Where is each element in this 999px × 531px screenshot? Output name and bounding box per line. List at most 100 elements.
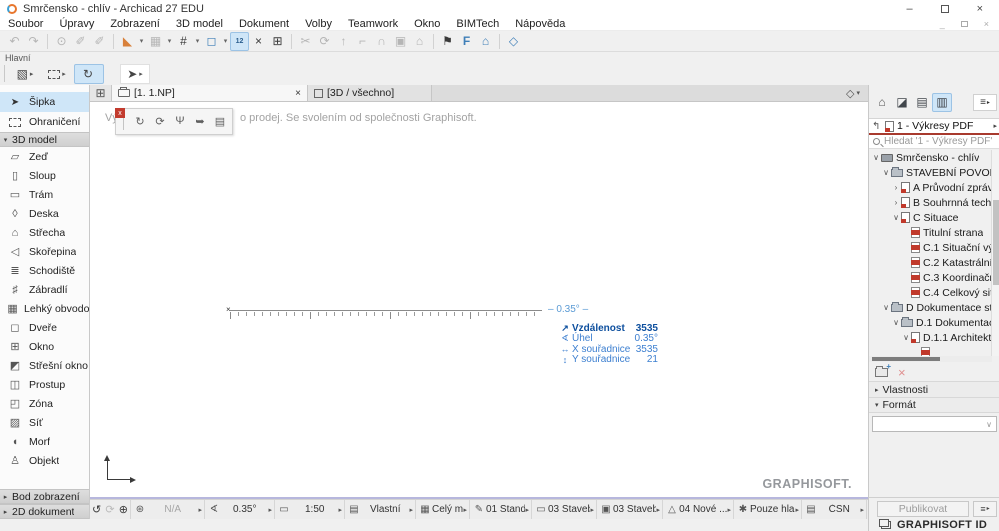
tool-marquee[interactable]: Ohraničení (0, 112, 89, 132)
refresh-all-icon[interactable]: ⟳ (150, 115, 170, 128)
document-icon[interactable]: ▤ (210, 115, 230, 128)
tree-item[interactable]: ∨ C Situace (869, 210, 992, 225)
separator[interactable] (495, 32, 504, 51)
tab-3d-all[interactable]: [3D / všechno] (308, 85, 432, 101)
undo-icon[interactable]: ↶ (5, 32, 24, 51)
menu-item[interactable]: Zobrazení (102, 18, 168, 30)
tool-shell[interactable]: ◁ Skořepina (0, 242, 89, 261)
tree-item[interactable]: Titulní strana (869, 225, 992, 240)
menu-item[interactable]: Dokument (231, 18, 297, 30)
publisher-icon[interactable]: ▥ (932, 92, 952, 112)
delete-icon[interactable]: × (898, 366, 906, 379)
rotate-icon[interactable]: ⟳ (315, 32, 334, 51)
tree-item[interactable] (869, 345, 992, 356)
publish-button[interactable]: Publikovat (877, 500, 969, 517)
menu-item[interactable]: Teamwork (340, 18, 406, 30)
elevate-icon[interactable]: ↑ (334, 32, 353, 51)
quad-view-button[interactable]: ⊞ (90, 85, 112, 101)
redo-icon[interactable]: ↷ (24, 32, 43, 51)
tree-chevron-icon[interactable]: ∨ (891, 318, 901, 327)
statusbar-control[interactable]: ▦ Celý model ▸ (416, 500, 470, 519)
tool-wall[interactable]: ▱ Zeď (0, 147, 89, 166)
zoom-in-icon[interactable]: ⊕ (119, 503, 128, 516)
tree-chevron-icon[interactable]: ∨ (871, 153, 881, 162)
drawing-canvas[interactable]: ⊞ [1. 1.NP] × [3D / všechno] ◇ ▾ Vý o pr… (90, 85, 868, 499)
previous-zoom-icon[interactable]: ↺ (92, 503, 101, 516)
separator[interactable] (43, 32, 52, 51)
separator[interactable] (287, 32, 296, 51)
editing-plane-icon[interactable]: ⊞ (268, 32, 287, 51)
resize-icon[interactable]: ▣ (391, 32, 410, 51)
tool-column[interactable]: ▯ Sloup (0, 166, 89, 185)
view-map-icon[interactable]: ◪ (892, 93, 912, 112)
tool-morph[interactable]: ◖ Morf (0, 432, 89, 451)
menu-item[interactable]: BIMTech (448, 18, 507, 30)
new-folder-icon[interactable] (875, 362, 891, 377)
tool-roof[interactable]: ⌂ Střecha (0, 223, 89, 242)
tool-stair[interactable]: ≣ Schodiště (0, 261, 89, 280)
scrollbar-thumb[interactable] (872, 357, 940, 361)
menu-item[interactable]: Okno (406, 18, 448, 30)
tree-item[interactable]: C.1 Situační výkres širš (869, 240, 992, 255)
plugin-icon[interactable]: Ψ (170, 115, 190, 128)
dropdown-caret-icon[interactable]: ▾ (165, 32, 174, 51)
statusbar-control[interactable]: ▤ ČSN ▸ (802, 500, 867, 519)
menu-item[interactable]: Volby (297, 18, 340, 30)
project-map-icon[interactable]: ⌂ (872, 93, 892, 112)
statusbar-control[interactable]: ✱ Pouze hla... ▸ (734, 500, 802, 519)
minimize-button[interactable]: – (906, 3, 912, 15)
3d-visualization-icon[interactable]: ◇ (504, 32, 523, 51)
tree-item[interactable]: › B Souhrnná technická zpr (869, 195, 992, 210)
guide-lines-icon[interactable]: ◣ (118, 32, 137, 51)
marquee-icon[interactable]: ▸ (42, 64, 72, 84)
tool-mesh[interactable]: ▨ Síť (0, 413, 89, 432)
statusbar-control[interactable]: ∢ 0.35° ▸ (205, 500, 275, 519)
marquee-arrow-icon[interactable]: ▧ ▸ (10, 64, 40, 84)
statusbar-control[interactable]: ✎ 01 Standa... ▸ (470, 500, 532, 519)
tree-vertical-scrollbar[interactable] (991, 150, 999, 356)
fillet-icon[interactable]: ∩ (372, 32, 391, 51)
home-story-icon[interactable]: ⌂ (476, 32, 495, 51)
tool-door[interactable]: ◻ Dveře (0, 318, 89, 337)
child-restore-button[interactable] (960, 21, 968, 27)
dropdown-caret-icon[interactable]: ▾ (221, 32, 230, 51)
export-icon[interactable]: ➥ (190, 115, 210, 128)
statusbar-control[interactable]: ▤ Vlastní ▸ (345, 500, 416, 519)
tab-floor-plan[interactable]: [1. 1.NP] × (112, 85, 308, 101)
close-button[interactable]: × (977, 3, 983, 15)
trim-icon[interactable]: ✂ (296, 32, 315, 51)
arrow-tool-icon[interactable]: ➤ ▸ (120, 64, 150, 84)
go-up-icon[interactable]: ↰ (872, 121, 885, 132)
close-tab-icon[interactable]: × (287, 88, 301, 99)
tree-chevron-icon[interactable]: ∨ (901, 333, 911, 342)
favorites-icon[interactable]: F (457, 32, 476, 51)
section-3d-model[interactable]: ▾ 3D model (0, 132, 89, 147)
menu-item[interactable]: Soubor (0, 18, 51, 30)
tool-skylight[interactable]: ◩ Střešní okno (0, 356, 89, 375)
bimtech-floating-toolbar[interactable]: x ↻ ⟳ Ψ ➥ ▤ (115, 108, 233, 135)
tool-curtain-wall[interactable]: ▦ Lehký obvodový… (0, 299, 89, 318)
eyedropper-icon[interactable]: ✐ (90, 32, 109, 51)
navigator-search[interactable] (869, 135, 999, 149)
statusbar-control[interactable]: ▭ 1:50 ▸ (275, 500, 345, 519)
restore-button[interactable] (940, 5, 949, 13)
format-section-header[interactable]: ▾ Formát (869, 397, 999, 413)
statusbar-control[interactable]: ⊛ N/A ▸ (131, 500, 205, 519)
inject-parameters-icon[interactable]: ✐ (71, 32, 90, 51)
tool-slab[interactable]: ◊ Deska (0, 204, 89, 223)
tree-item[interactable]: ∨ D Dokumentace stavby (869, 300, 992, 315)
tool-window[interactable]: ⊞ Okno (0, 337, 89, 356)
toolbar-badge[interactable]: x (115, 108, 125, 118)
tool-zone[interactable]: ◰ Zóna (0, 394, 89, 413)
section-2d-document[interactable]: ▸ 2D dokument (0, 504, 89, 519)
properties-section-header[interactable]: ▸ Vlastnosti (869, 381, 999, 397)
separator[interactable] (429, 32, 438, 51)
3d-view-mode-button[interactable]: ◇ ▾ (838, 85, 868, 101)
publisher-set-selector[interactable]: ↰ 1 - Výkresy PDF ▸ (869, 118, 999, 133)
menu-item[interactable]: 3D model (168, 18, 231, 30)
coordinates-icon[interactable]: × (249, 32, 268, 51)
child-close-button[interactable]: × (984, 19, 989, 29)
tree-item[interactable]: ∨ D.1.1 Architektonicko (869, 330, 992, 345)
statusbar-control[interactable]: ▣ 03 Staveb... ▸ (597, 500, 663, 519)
flag-icon[interactable]: ⚑ (438, 32, 457, 51)
